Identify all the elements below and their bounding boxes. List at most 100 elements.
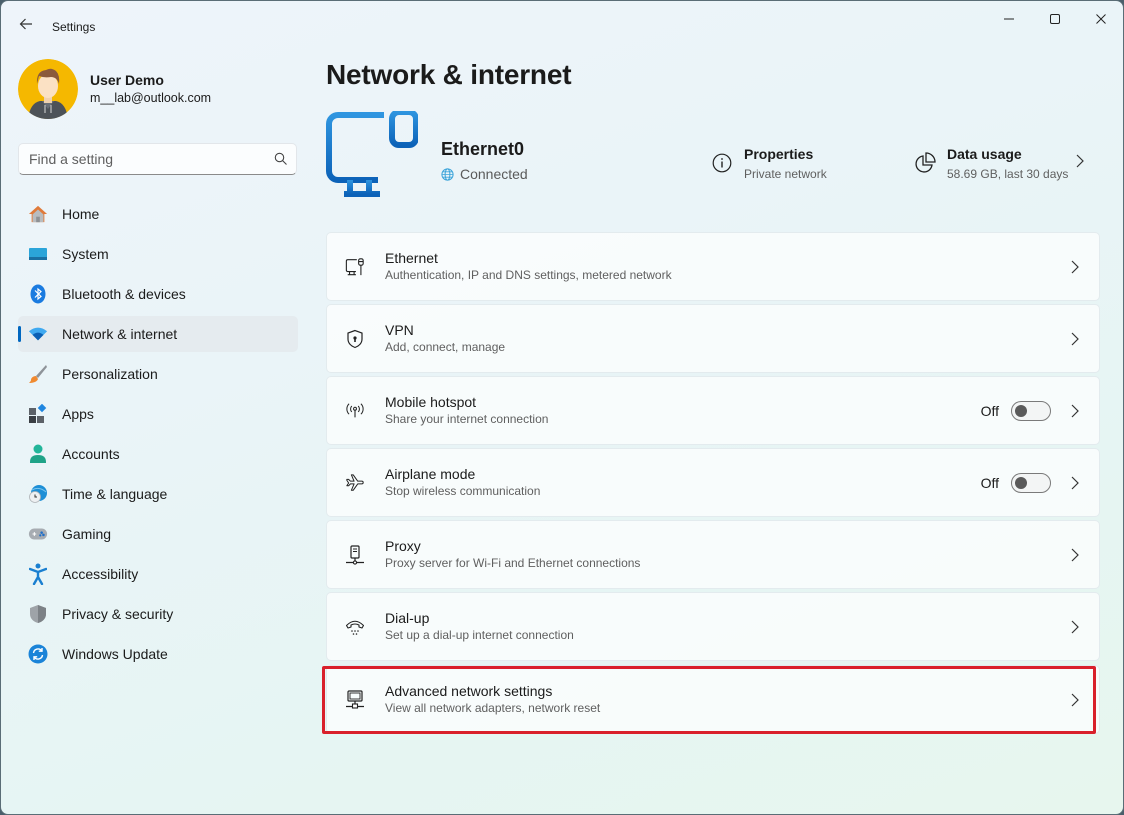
card-subtitle: Stop wireless communication — [385, 484, 541, 498]
card-title: VPN — [385, 322, 414, 338]
sidebar-item-label: Home — [62, 206, 100, 222]
card-mobile-hotspot[interactable]: Mobile hotspot Share your internet conne… — [326, 376, 1100, 445]
card-airplane-mode[interactable]: Airplane mode Stop wireless communicatio… — [326, 448, 1100, 517]
chevron-right-icon — [1069, 404, 1081, 418]
page-title: Network & internet — [326, 59, 572, 90]
card-subtitle: Share your internet connection — [385, 412, 549, 426]
sidebar-nav: Home System Bluetooth & devices Network … — [18, 196, 298, 676]
user-profile[interactable]: User Demo m__lab@outlook.com — [18, 59, 211, 119]
card-subtitle: Proxy server for Wi-Fi and Ethernet conn… — [385, 556, 641, 570]
chevron-right-icon — [1069, 332, 1081, 346]
close-icon — [1096, 14, 1106, 24]
close-button[interactable] — [1078, 5, 1123, 33]
sidebar-item-home[interactable]: Home — [18, 196, 298, 232]
settings-card-list: Ethernet Authentication, IP and DNS sett… — [326, 232, 1100, 737]
sidebar-item-label: Bluetooth & devices — [62, 286, 186, 302]
ethernet-icon — [345, 257, 365, 277]
sidebar-item-system[interactable]: System — [18, 236, 298, 272]
card-ethernet[interactable]: Ethernet Authentication, IP and DNS sett… — [326, 232, 1100, 301]
sidebar-item-windows-update[interactable]: Windows Update — [18, 636, 298, 672]
sidebar-item-label: Network & internet — [62, 326, 178, 342]
minimize-button[interactable] — [986, 5, 1032, 33]
maximize-button[interactable] — [1032, 5, 1078, 33]
data-usage-title: Data usage — [947, 146, 1022, 162]
card-title: Ethernet — [385, 250, 438, 266]
gamepad-icon — [28, 524, 48, 544]
card-proxy[interactable]: Proxy Proxy server for Wi-Fi and Etherne… — [326, 520, 1100, 589]
user-name: User Demo — [90, 72, 164, 88]
card-title: Dial-up — [385, 610, 430, 626]
proxy-icon — [345, 544, 365, 565]
card-advanced-network-settings[interactable]: Advanced network settings View all netwo… — [326, 665, 1100, 734]
update-icon — [28, 644, 48, 664]
sidebar-item-label: System — [62, 246, 109, 262]
sidebar-item-gaming[interactable]: Gaming — [18, 516, 298, 552]
sidebar-item-bluetooth[interactable]: Bluetooth & devices — [18, 276, 298, 312]
properties-title: Properties — [744, 146, 814, 162]
sidebar-item-network[interactable]: Network & internet — [18, 316, 298, 352]
sidebar-item-label: Accounts — [62, 446, 120, 462]
chevron-right-icon[interactable] — [1076, 154, 1084, 173]
chevron-right-icon — [1069, 548, 1081, 562]
card-subtitle: Add, connect, manage — [385, 340, 506, 354]
chevron-right-icon — [1069, 620, 1081, 634]
connection-status: Connected — [441, 166, 528, 182]
vpn-shield-icon — [345, 329, 365, 349]
back-button[interactable] — [13, 11, 39, 37]
time-language-icon — [28, 484, 48, 504]
properties-subtitle: Private network — [744, 167, 827, 181]
chevron-right-icon — [1069, 693, 1081, 707]
toggle-state-label: Off — [980, 474, 999, 491]
globe-icon — [441, 167, 454, 181]
toggle-state-label: Off — [980, 402, 999, 419]
sidebar-item-time-language[interactable]: Time & language — [18, 476, 298, 512]
mobile-hotspot-toggle[interactable] — [1011, 400, 1051, 421]
card-title: Mobile hotspot — [385, 394, 477, 410]
data-usage-subtitle: 58.69 GB, last 30 days — [947, 167, 1069, 181]
avatar — [18, 59, 78, 119]
airplane-mode-toggle[interactable] — [1011, 472, 1051, 493]
chevron-right-icon — [1069, 260, 1081, 274]
search-box[interactable] — [18, 143, 297, 175]
system-icon — [28, 244, 48, 264]
sidebar-item-label: Windows Update — [62, 646, 168, 662]
sidebar-item-personalization[interactable]: Personalization — [18, 356, 298, 392]
home-icon — [28, 204, 48, 224]
settings-window: Settings User Demo m__lab@outlook.com Fi… — [0, 0, 1124, 815]
sidebar-item-label: Personalization — [62, 366, 158, 382]
toggle-knob — [1015, 404, 1027, 417]
shield-icon — [28, 604, 48, 624]
sidebar-item-accounts[interactable]: Accounts — [18, 436, 298, 472]
bluetooth-icon — [28, 284, 48, 304]
status-text: Connected — [460, 166, 528, 182]
card-dial-up[interactable]: Dial-up Set up a dial-up internet connec… — [326, 592, 1100, 661]
back-arrow-icon — [19, 18, 32, 30]
search-input[interactable] — [19, 151, 266, 167]
card-subtitle: Authentication, IP and DNS settings, met… — [385, 268, 672, 282]
toggle-knob — [1015, 476, 1027, 489]
title-bar: Settings — [1, 1, 1123, 49]
airplane-icon — [345, 473, 365, 493]
accounts-icon — [28, 444, 48, 464]
data-usage-button[interactable]: Data usage 58.69 GB, last 30 days — [914, 145, 1068, 183]
card-title: Proxy — [385, 538, 421, 554]
card-subtitle: Set up a dial-up internet connection — [385, 628, 574, 642]
adapter-name: Ethernet0 — [441, 139, 525, 159]
chevron-right-icon — [1069, 476, 1081, 490]
wifi-icon — [28, 324, 48, 344]
properties-button[interactable]: Properties Private network — [711, 145, 827, 183]
info-icon — [711, 152, 733, 174]
sidebar-item-accessibility[interactable]: Accessibility — [18, 556, 298, 592]
card-vpn[interactable]: VPN Add, connect, manage — [326, 304, 1100, 373]
card-title: Airplane mode — [385, 466, 476, 482]
sidebar-item-privacy[interactable]: Privacy & security — [18, 596, 298, 632]
search-icon[interactable] — [266, 152, 296, 166]
network-status-hero: Ethernet0 Connected Properties Private n… — [326, 109, 1099, 211]
advanced-network-icon — [345, 689, 365, 710]
sidebar-item-label: Time & language — [62, 486, 168, 502]
brush-icon — [28, 364, 48, 384]
sidebar-item-apps[interactable]: Apps — [18, 396, 298, 432]
sidebar-item-label: Accessibility — [62, 566, 139, 582]
sidebar-item-label: Privacy & security — [62, 606, 174, 622]
user-email: m__lab@outlook.com — [90, 91, 212, 105]
